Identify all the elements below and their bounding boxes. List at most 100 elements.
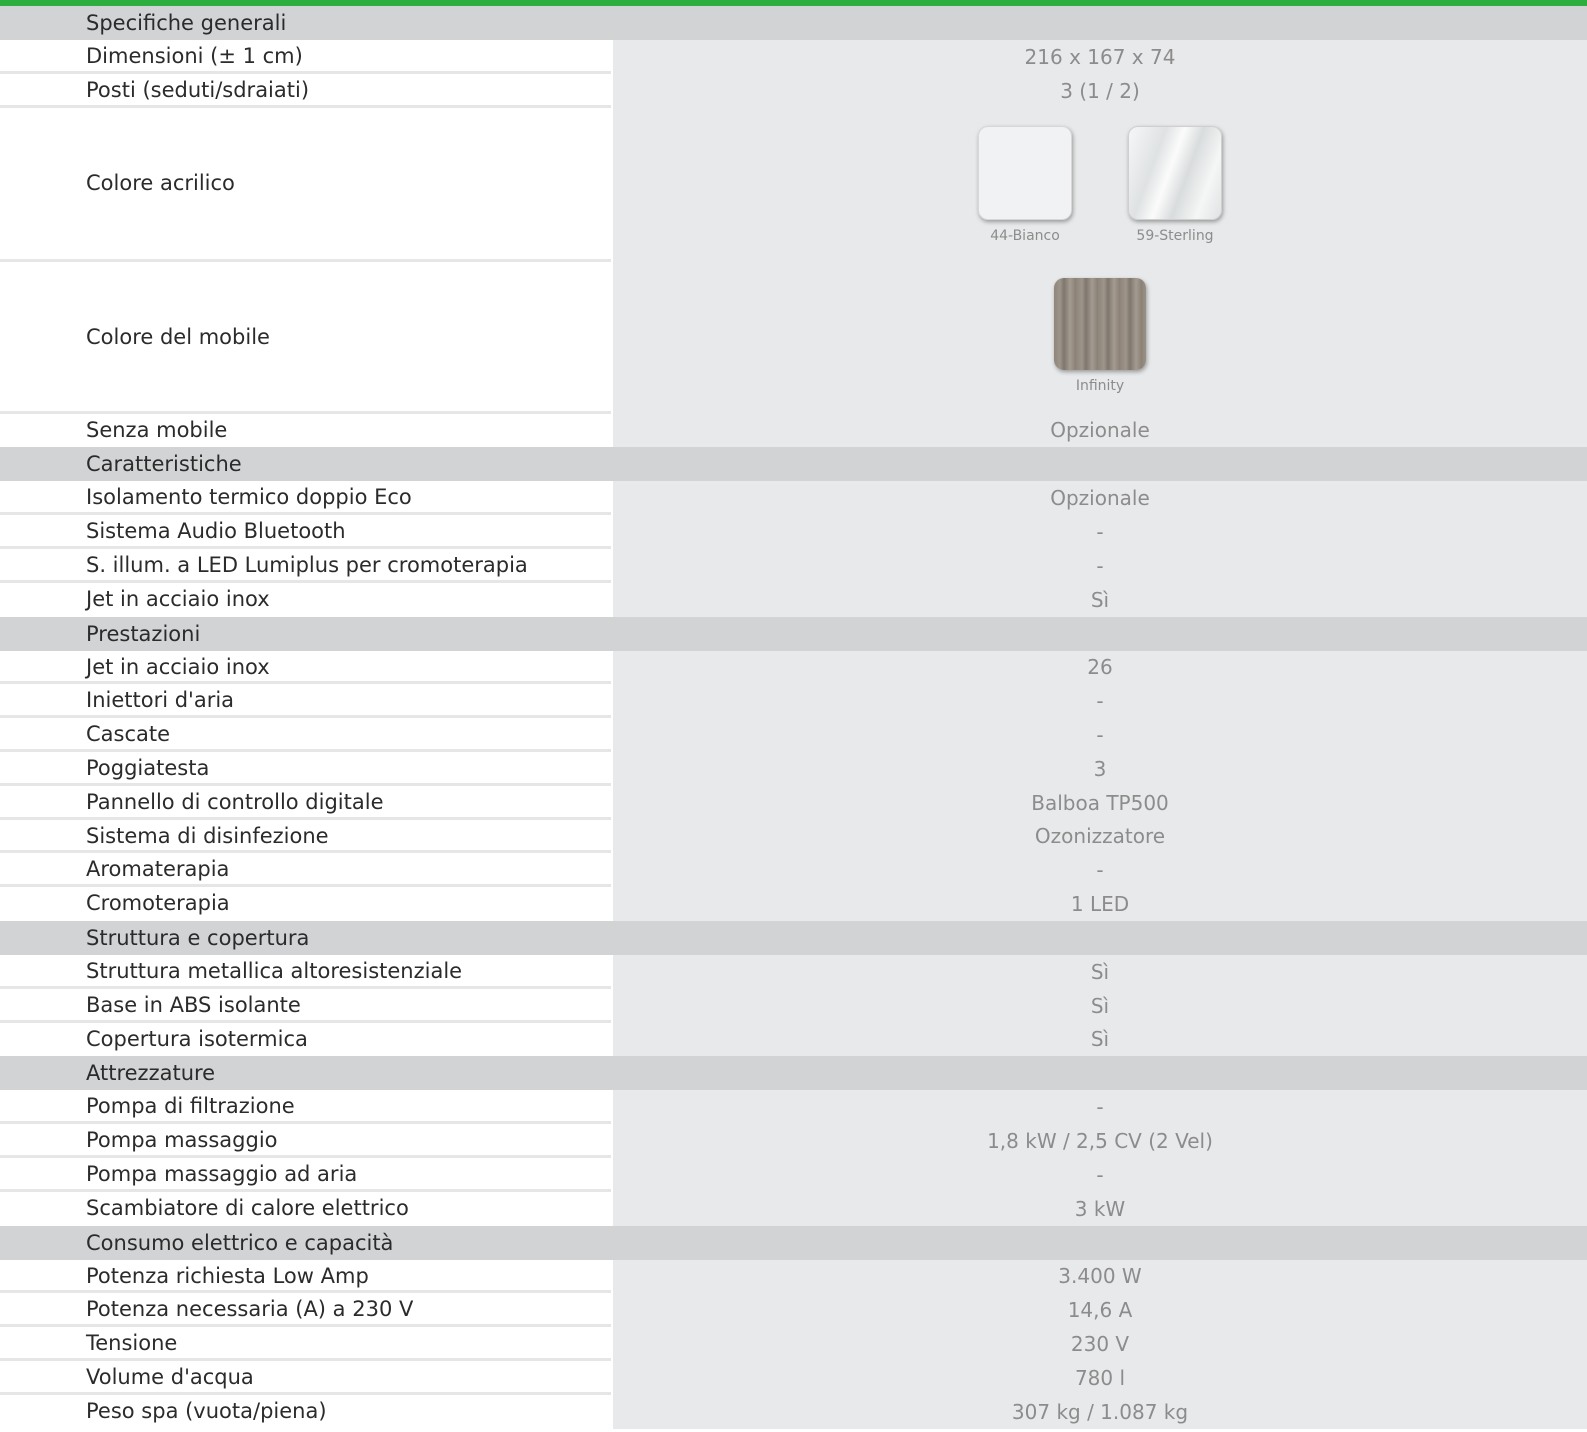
spec-label: Base in ABS isolante — [86, 992, 301, 1017]
spec-value: Opzionale — [613, 481, 1587, 516]
spec-row: Pannello di controllo digitale Balboa TP5… — [0, 785, 1587, 820]
spec-value: 307 kg / 1.087 kg — [613, 1394, 1587, 1429]
spec-label: Cascate — [86, 722, 171, 747]
spec-value: - — [613, 515, 1587, 549]
section-title: Consumo elettrico e capacità — [86, 1230, 394, 1255]
spec-label: Isolamento termico doppio Eco — [86, 485, 412, 510]
spec-table: Specifiche generali Dimensioni (± 1 cm) … — [0, 6, 1587, 1429]
spec-row: Pompa massaggio 1,8 kW / 2,5 CV (2 Vel) — [0, 1124, 1587, 1158]
spec-row: Iniettori d'aria - — [0, 684, 1587, 719]
cabinet-swatches: Infinity — [613, 261, 1587, 414]
swatch-caption: 59-Sterling — [1136, 227, 1214, 244]
spec-row: Cromoterapia 1 LED — [0, 887, 1587, 921]
swatch-sterling[interactable]: 59-Sterling — [1128, 125, 1222, 244]
section-title: Prestazioni — [86, 621, 201, 646]
section-header: Attrezzature — [0, 1056, 1587, 1091]
spec-value: 3 kW — [613, 1191, 1587, 1226]
spec-label: Pannello di controllo digitale — [86, 789, 384, 814]
spec-value: 3.400 W — [613, 1259, 1587, 1294]
spec-label: Aromaterapia — [86, 857, 230, 882]
swatch-infinity[interactable]: Infinity — [1054, 277, 1146, 394]
spec-label: Colore del mobile — [86, 324, 270, 349]
spec-value: - — [613, 1090, 1587, 1125]
spec-row: Struttura metallica altoresistenziale Sì — [0, 954, 1587, 989]
spec-value: 14,6 A — [613, 1293, 1587, 1328]
swatch-bianco[interactable]: 44-Bianco — [978, 125, 1072, 244]
spec-label: Pompa massaggio ad aria — [86, 1161, 358, 1186]
spec-row: Volume d'acqua 780 l — [0, 1360, 1587, 1395]
spec-label: Jet in acciaio inox — [86, 654, 270, 679]
spec-label: Potenza necessaria (A) a 230 V — [86, 1297, 414, 1322]
section-header: Consumo elettrico e capacità — [0, 1225, 1587, 1260]
spec-value: 1,8 kW / 2,5 CV (2 Vel) — [613, 1124, 1587, 1158]
spec-value: - — [613, 548, 1587, 583]
spec-label: Copertura isotermica — [86, 1026, 308, 1051]
spec-label: Jet in acciaio inox — [86, 586, 270, 611]
spec-row: Potenza necessaria (A) a 230 V 14,6 A — [0, 1293, 1587, 1328]
section-title: Specifiche generali — [86, 11, 287, 35]
spec-value: - — [613, 718, 1587, 752]
acrylic-swatches: 44-Bianco 59-Sterling — [613, 107, 1587, 262]
section-title: Struttura e copertura — [86, 925, 310, 950]
section-header: Specifiche generali — [0, 6, 1587, 40]
section-title: Caratteristiche — [86, 452, 242, 477]
color-swatch — [1054, 277, 1146, 370]
spec-row: Cascate - — [0, 718, 1587, 752]
spec-label: Cromoterapia — [86, 891, 230, 916]
section-header: Struttura e copertura — [0, 920, 1587, 955]
spec-label: Volume d'acqua — [86, 1364, 254, 1389]
spec-row: S. illum. a LED Lumiplus per cromoterapi… — [0, 548, 1587, 583]
spec-label: Dimensioni (± 1 cm) — [86, 44, 303, 68]
spec-value: 3 (1 / 2) — [613, 73, 1587, 108]
spec-row: Jet in acciaio inox Sì — [0, 582, 1587, 617]
spec-label: Posti (seduti/sdraiati) — [86, 77, 310, 102]
spec-value: Ozonizzatore — [613, 819, 1587, 854]
color-swatch — [1128, 125, 1222, 220]
spec-label: Scambiatore di calore elettrico — [86, 1195, 409, 1220]
spec-value: Balboa TP500 — [613, 785, 1587, 820]
spec-label: Pompa di filtrazione — [86, 1094, 295, 1119]
spec-row: Copertura isotermica Sì — [0, 1022, 1587, 1057]
spec-row: Sistema di disinfezione Ozonizzatore — [0, 819, 1587, 854]
spec-label: Poggiatesta — [86, 755, 210, 780]
spec-row: Poggiatesta 3 — [0, 751, 1587, 786]
spec-value: Sì — [613, 1022, 1587, 1057]
spec-label: Potenza richiesta Low Amp — [86, 1263, 369, 1288]
section-header: Prestazioni — [0, 616, 1587, 651]
cabinet-color-row: Colore del mobile Infinity — [0, 261, 1587, 414]
spec-value: Opzionale — [613, 413, 1587, 448]
swatch-caption: 44-Bianco — [990, 227, 1060, 244]
spec-label: Sistema Audio Bluetooth — [86, 519, 346, 544]
spec-value: 780 l — [613, 1360, 1587, 1395]
spec-row: Isolamento termico doppio Eco Opzionale — [0, 481, 1587, 516]
spec-row: Jet in acciaio inox 26 — [0, 650, 1587, 685]
spec-row: Potenza richiesta Low Amp 3.400 W — [0, 1259, 1587, 1294]
section-header: Caratteristiche — [0, 447, 1587, 482]
spec-value: 3 — [613, 751, 1587, 786]
color-swatch — [978, 125, 1072, 220]
spec-row: Tensione 230 V — [0, 1327, 1587, 1361]
spec-value: - — [613, 684, 1587, 719]
spec-row: Aromaterapia - — [0, 853, 1587, 888]
spec-value: - — [613, 853, 1587, 888]
spec-value: - — [613, 1157, 1587, 1192]
spec-row: Posti (seduti/sdraiati) 3 (1 / 2) — [0, 73, 1587, 108]
spec-row: Scambiatore di calore elettrico 3 kW — [0, 1191, 1587, 1226]
spec-label: S. illum. a LED Lumiplus per cromoterapi… — [86, 552, 528, 577]
spec-label: Sistema di disinfezione — [86, 823, 329, 848]
spec-value: 230 V — [613, 1327, 1587, 1361]
spec-label: Peso spa (vuota/piena) — [86, 1398, 327, 1423]
spec-row: Peso spa (vuota/piena) 307 kg / 1.087 kg — [0, 1394, 1587, 1429]
spec-row: Base in ABS isolante Sì — [0, 988, 1587, 1023]
spec-label: Senza mobile — [86, 417, 228, 442]
spec-row: Senza mobile Opzionale — [0, 413, 1587, 448]
spec-value: Sì — [613, 954, 1587, 989]
spec-row: Pompa di filtrazione - — [0, 1090, 1587, 1125]
spec-value: 1 LED — [613, 887, 1587, 921]
spec-label: Tensione — [86, 1331, 178, 1356]
acrylic-color-row: Colore acrilico 44-Bianco 59-Sterling — [0, 107, 1587, 262]
spec-label: Colore acrilico — [86, 170, 235, 195]
spec-row: Dimensioni (± 1 cm) 216 x 167 x 74 — [0, 40, 1587, 74]
swatch-caption: Infinity — [1075, 377, 1125, 394]
spec-row: Sistema Audio Bluetooth - — [0, 515, 1587, 549]
